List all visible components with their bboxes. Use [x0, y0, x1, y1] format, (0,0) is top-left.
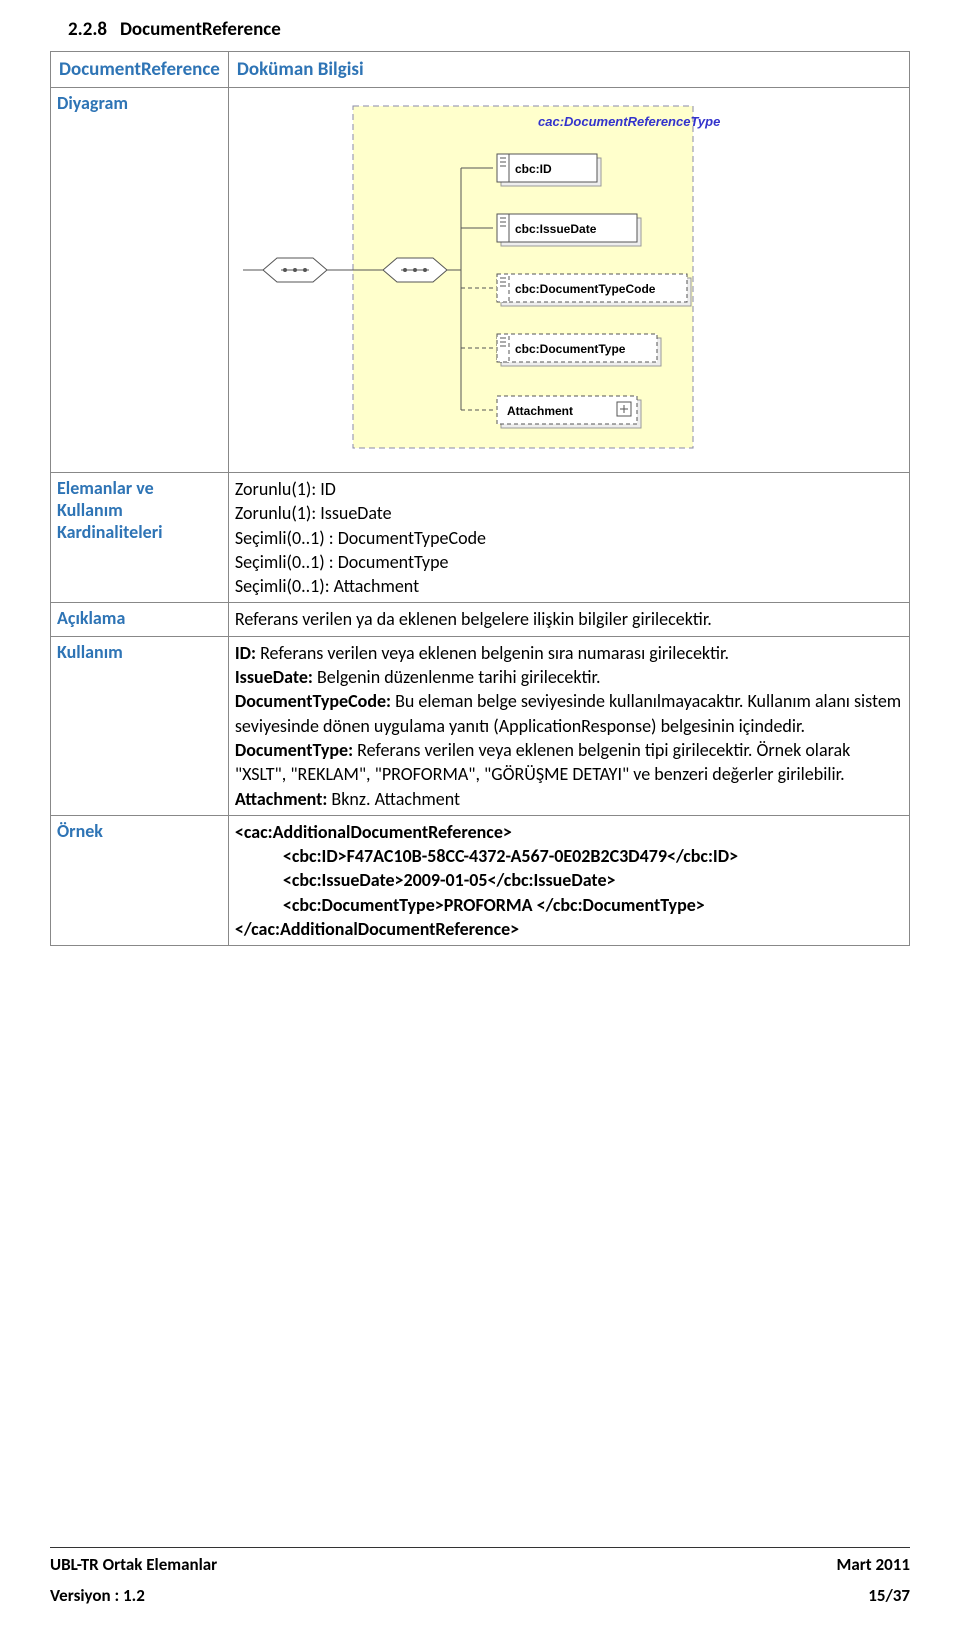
schema-diagram: cac:DocumentReferenceType	[243, 100, 723, 460]
node-cbc-id: cbc:ID	[497, 154, 601, 186]
diagram-cell: cac:DocumentReferenceType	[228, 88, 909, 473]
svg-text:cbc:ID: cbc:ID	[515, 162, 552, 176]
table-header-right: Doküman Bilgisi	[228, 52, 909, 88]
section-title-text: DocumentReference	[120, 18, 281, 41]
svg-text:cbc:DocumentTypeCode: cbc:DocumentTypeCode	[515, 282, 656, 296]
aciklama-label: Açıklama	[51, 603, 229, 636]
page-footer: UBL-TR Ortak Elemanlar Mart 2011 Versiyo…	[50, 1547, 910, 1606]
footer-right-bottom: 15/37	[868, 1585, 910, 1606]
diagram-title: cac:DocumentReferenceType	[538, 114, 720, 129]
footer-left-top: UBL-TR Ortak Elemanlar	[50, 1554, 217, 1575]
node-attachment: Attachment	[497, 396, 641, 428]
svg-text:cbc:DocumentType: cbc:DocumentType	[515, 342, 626, 356]
aciklama-content: Referans verilen ya da eklenen belgelere…	[228, 603, 909, 636]
elements-content: Zorunlu(1): ID Zorunlu(1): IssueDate Seç…	[228, 473, 909, 603]
footer-left-bottom: Versiyon : 1.2	[50, 1585, 145, 1606]
node-cbc-doctype: cbc:DocumentType	[497, 334, 661, 366]
inner-sequence-icon	[383, 258, 447, 282]
diagram-label: Diyagram	[51, 88, 229, 473]
sequence-connector-icon	[243, 258, 327, 282]
node-cbc-doctypecode: cbc:DocumentTypeCode	[497, 274, 691, 306]
section-number: 2.2.8	[68, 18, 107, 41]
kullanim-label: Kullanım	[51, 636, 229, 815]
svg-text:cbc:IssueDate: cbc:IssueDate	[515, 222, 597, 236]
section-heading: 2.2.8 DocumentReference	[50, 0, 910, 51]
node-cbc-issuedate: cbc:IssueDate	[497, 214, 641, 246]
kullanim-content: ID: Referans verilen veya eklenen belgen…	[228, 636, 909, 815]
elements-label: Elemanlar ve Kullanım Kardinaliteleri	[51, 473, 229, 603]
table-header-left: DocumentReference	[51, 52, 229, 88]
footer-right-top: Mart 2011	[837, 1554, 911, 1575]
svg-text:Attachment: Attachment	[507, 404, 573, 418]
ornek-content: <cac:AdditionalDocumentReference> <cbc:I…	[228, 815, 909, 945]
ornek-label: Örnek	[51, 815, 229, 945]
document-reference-table: DocumentReference Doküman Bilgisi Diyagr…	[50, 51, 910, 946]
